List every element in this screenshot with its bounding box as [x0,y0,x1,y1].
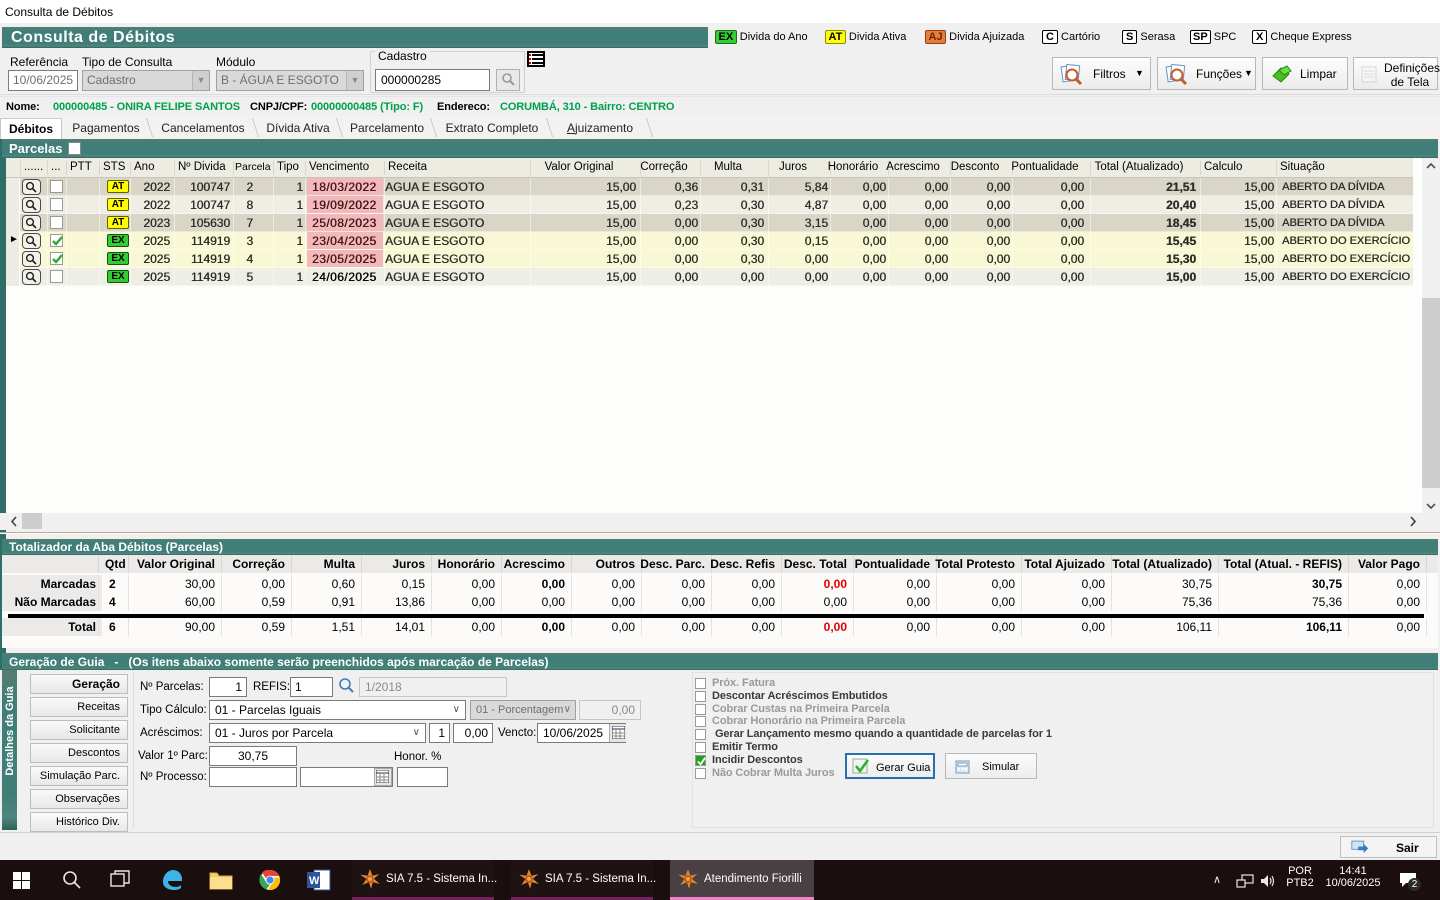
svg-text:W: W [309,875,320,887]
